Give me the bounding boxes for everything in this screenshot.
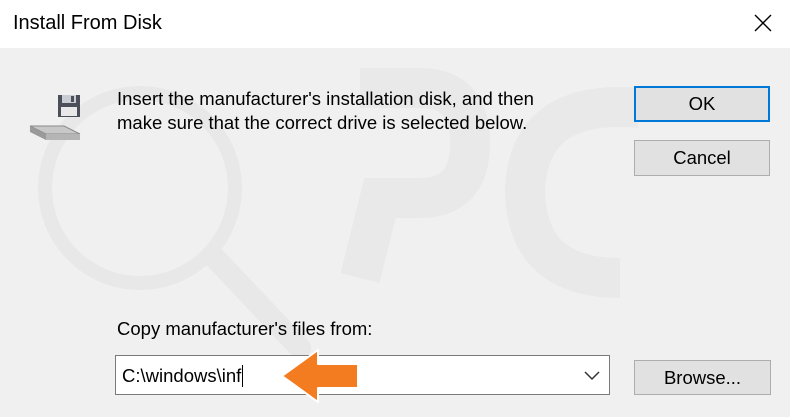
- orange-arrow-icon: [281, 349, 359, 403]
- close-icon: [754, 14, 771, 32]
- instruction-text: Insert the manufacturer's installation d…: [117, 87, 597, 135]
- title-bar: Install From Disk: [0, 0, 790, 48]
- close-button[interactable]: [735, 0, 790, 46]
- ok-button[interactable]: OK: [634, 86, 770, 122]
- instruction-line-2: make sure that the correct drive is sele…: [117, 112, 528, 133]
- dialog-body: Insert the manufacturer's installation d…: [0, 48, 790, 417]
- chevron-down-icon[interactable]: [583, 368, 601, 382]
- cancel-button[interactable]: Cancel: [634, 140, 770, 176]
- window-title: Install From Disk: [13, 12, 162, 34]
- path-combobox[interactable]: C:\windows\inf: [115, 355, 610, 395]
- path-input[interactable]: C:\windows\inf: [122, 365, 244, 387]
- copy-from-label: Copy manufacturer's files from:: [117, 318, 373, 339]
- path-value: C:\windows\inf: [122, 365, 242, 386]
- browse-button[interactable]: Browse...: [634, 360, 771, 395]
- text-cursor: [242, 365, 244, 387]
- instruction-line-1: Insert the manufacturer's installation d…: [117, 88, 534, 109]
- floppy-disk-drive-icon: [29, 95, 81, 140]
